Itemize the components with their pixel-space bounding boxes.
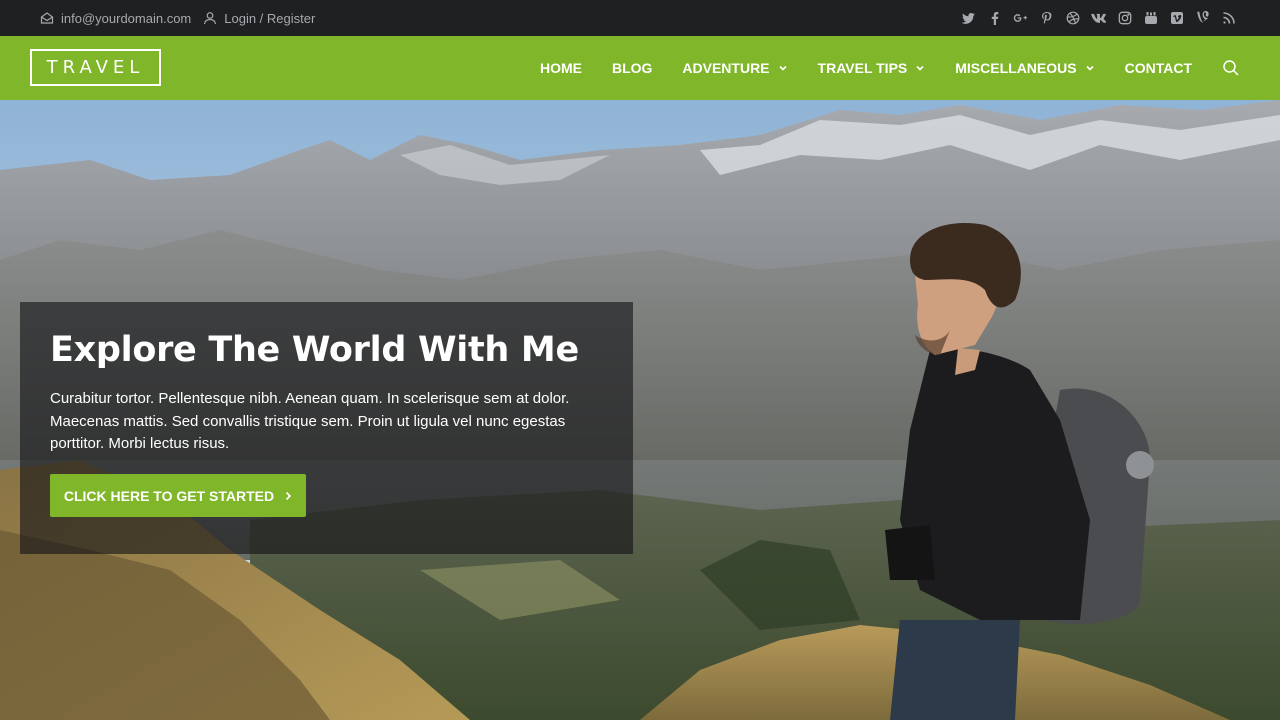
nav-label: MISCELLANEOUS [955, 60, 1077, 76]
main-nav: HOME BLOG ADVENTURE TRAVEL TIPS MISCELLA… [510, 36, 1240, 100]
site-logo[interactable]: TRAVEL [30, 49, 161, 86]
hero-title: Explore The World With Me [50, 330, 579, 370]
nav-home[interactable]: HOME [540, 60, 582, 76]
top-contact: info@yourdomain.com Login / Register [40, 0, 315, 36]
google-plus-icon[interactable] [1013, 11, 1028, 26]
rss-icon[interactable] [1221, 11, 1236, 26]
nav-contact[interactable]: CONTACT [1125, 60, 1192, 76]
vk-icon[interactable] [1091, 11, 1106, 26]
nav-blog[interactable]: BLOG [612, 60, 652, 76]
nav-miscellaneous[interactable]: MISCELLANEOUS [955, 60, 1094, 76]
nav-label: ADVENTURE [682, 60, 770, 76]
get-started-button[interactable]: CLICK HERE TO GET STARTED [50, 474, 306, 517]
chevron-down-icon [778, 65, 787, 71]
hero-description: Curabitur tortor. Pellentesque nibh. Aen… [50, 390, 570, 452]
login-text: Login / Register [224, 10, 316, 26]
user-icon [203, 11, 217, 25]
chevron-down-icon [916, 65, 924, 71]
chevron-right-icon [286, 491, 292, 500]
email-link[interactable]: info@yourdomain.com [40, 11, 191, 26]
facebook-icon[interactable] [987, 11, 1002, 26]
hero-section: Explore The World With Me Curabitur tort… [0, 100, 1280, 720]
nav-label: HOME [539, 60, 582, 76]
social-links [961, 0, 1236, 36]
envelope-icon [40, 11, 54, 25]
login-register-link[interactable]: Login / Register [203, 11, 315, 26]
nav-label: BLOG [611, 60, 653, 76]
nav-label: CONTACT [1124, 60, 1192, 76]
pinterest-icon[interactable] [1039, 11, 1054, 26]
hero-caption-box: Explore The World With Me Curabitur tort… [20, 302, 633, 554]
nav-travel-tips[interactable]: TRAVEL TIPS [818, 60, 926, 76]
nav-label: TRAVEL TIPS [817, 60, 908, 76]
top-bar: info@yourdomain.com Login / Register [0, 0, 1280, 36]
instagram-icon[interactable] [1117, 11, 1132, 26]
vine-icon[interactable] [1195, 11, 1210, 26]
search-icon[interactable] [1222, 59, 1240, 77]
twitter-icon[interactable] [961, 11, 976, 26]
email-text: info@yourdomain.com [61, 10, 192, 26]
chevron-down-icon [1086, 65, 1094, 71]
youtube-icon[interactable] [1143, 11, 1158, 26]
vimeo-icon[interactable] [1169, 11, 1184, 26]
dribbble-icon[interactable] [1065, 11, 1080, 26]
get-started-label: CLICK HERE TO GET STARTED [63, 487, 275, 504]
main-header: TRAVEL HOME BLOG ADVENTURE TRAVEL TIPS M… [0, 36, 1280, 100]
nav-adventure[interactable]: ADVENTURE [682, 60, 787, 76]
